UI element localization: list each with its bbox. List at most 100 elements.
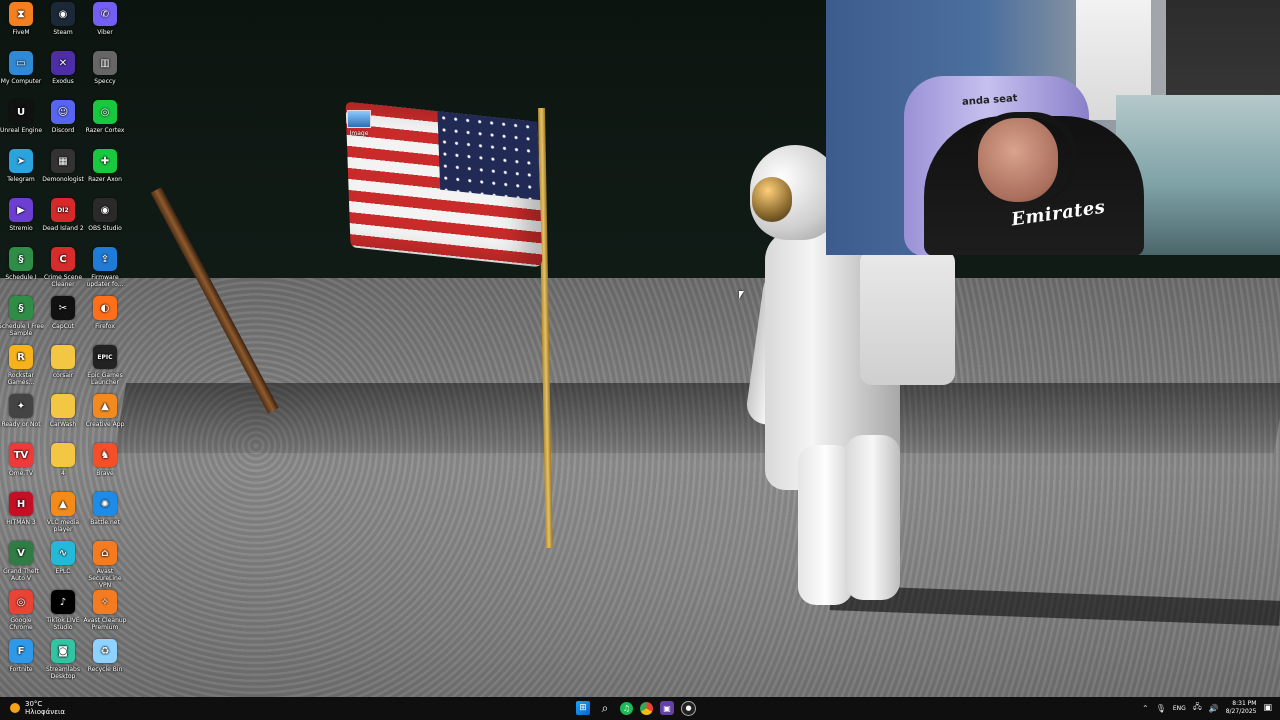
fortnite-icon: F <box>9 639 33 663</box>
speccy-icon: ▥ <box>93 51 117 75</box>
recording-app-icon[interactable]: ● <box>681 700 696 716</box>
fivem-icon: ⧗ <box>9 2 33 26</box>
desktop-icon-4[interactable]: 4 <box>40 443 86 491</box>
desktop-icon-stremio[interactable]: ▶ Stremio <box>0 198 44 246</box>
desktop-icon-google-chrome[interactable]: ◎ Google Chrome <box>0 590 44 638</box>
desktop-icon-capcut[interactable]: ✂ CapCut <box>40 296 86 344</box>
desktop-icon-carwash[interactable]: CarWash <box>40 394 86 442</box>
desktop-icon-label: Battle.net <box>90 519 120 526</box>
battle-net-icon: ✺ <box>93 492 117 516</box>
desktop-icon-ready-or-not[interactable]: ✦ Ready or Not <box>0 394 44 442</box>
firmware-updater-icon: ⇪ <box>93 247 117 271</box>
desktop-background: ⧗ FiveM ◉ Steam ✆ Viber ▭ My Computer ✕ Exodus ▥ Sp… <box>0 0 1280 697</box>
volume-icon[interactable]: 🔊 <box>1209 704 1219 713</box>
network-icon[interactable]: 🖧 <box>1193 701 1202 715</box>
desktop-icon-viber[interactable]: ✆ Viber <box>82 2 128 50</box>
desktop-icons-area: ⧗ FiveM ◉ Steam ✆ Viber ▭ My Computer ✕ Exodus ▥ Sp… <box>0 0 130 697</box>
desktop-icon-razer-cortex[interactable]: ◎ Razer Cortex <box>82 100 128 148</box>
notification-icon[interactable]: ▣ <box>1263 703 1272 713</box>
folder-icon <box>51 394 75 418</box>
desktop-icon-label: Fortnite <box>9 666 33 673</box>
desktop-icon-firefox[interactable]: ◐ Firefox <box>82 296 128 344</box>
steam-icon: ◉ <box>51 2 75 26</box>
desktop-icon-creative-app[interactable]: ▲ Creative App <box>82 394 128 442</box>
desktop-icon-ome-tv[interactable]: TV Ome.TV <box>0 443 44 491</box>
weather-temp: 30°C <box>25 700 43 708</box>
desktop-icon-avast-secureline-vpn[interactable]: ⌂ Avast SecureLine VPN <box>82 541 128 589</box>
desktop-icon-vlc-media-player[interactable]: ▲ VLC media player <box>40 492 86 540</box>
moon-ground <box>0 278 1280 697</box>
headset-icon <box>971 112 1078 203</box>
desktop-icon-label: Epic Games Launcher <box>87 372 123 386</box>
language-indicator[interactable]: ENG <box>1173 705 1186 712</box>
desktop-icon-label: Grand Theft Auto V <box>3 568 39 582</box>
creative-app-icon: ▲ <box>93 394 117 418</box>
folder-icon <box>51 345 75 369</box>
desktop-icon-label: Rockstar Games... <box>7 372 35 386</box>
desktop-icon-hitman-3[interactable]: H HITMAN 3 <box>0 492 44 540</box>
discord-icon: ☺ <box>51 100 75 124</box>
vlc-icon: ▲ <box>51 492 75 516</box>
start-button[interactable]: ⊞ <box>576 701 590 715</box>
chrome-icon: ◎ <box>9 590 33 614</box>
desktop-icon-dead-island-2[interactable]: DI2 Dead Island 2 <box>40 198 86 246</box>
desktop-icon-unreal-engine[interactable]: U Unreal Engine <box>0 100 44 148</box>
desktop-icon-label: Discord <box>51 127 75 134</box>
desktop-icon-label: Stremio <box>9 225 33 232</box>
desktop-icon-recycle-bin[interactable]: ♻ Recycle Bin <box>82 639 128 687</box>
desktop-icon-razer-axon[interactable]: ✚ Razer Axon <box>82 149 128 197</box>
desktop-icon-brave[interactable]: ♞ Brave <box>82 443 128 491</box>
desktop-icon-streamlabs-desktop[interactable]: ◙ Streamlabs Desktop <box>40 639 86 687</box>
desktop-icon-crime-scene-cleaner[interactable]: C Crime Scene Cleaner <box>40 247 86 295</box>
desktop-icon-label: Telegram <box>7 176 35 183</box>
ground-shadow <box>113 383 1280 453</box>
desktop-icon-label: TikTok LIVE Studio <box>46 617 80 631</box>
desktop-icon-grand-theft-auto-v[interactable]: V Grand Theft Auto V <box>0 541 44 589</box>
microphone-icon[interactable]: 🎙 <box>1156 704 1166 713</box>
desktop-icon-firmware-updater-fo-[interactable]: ⇪ Firmware updater fo... <box>82 247 128 295</box>
desktop-icon-my-computer[interactable]: ▭ My Computer <box>0 51 44 99</box>
capcut-icon: ✂ <box>51 296 75 320</box>
recycle-bin-icon: ♻ <box>93 639 117 663</box>
desktop-icon-fortnite[interactable]: F Fortnite <box>0 639 44 687</box>
search-icon[interactable]: ⌕ <box>597 700 613 716</box>
desktop-icon-steam[interactable]: ◉ Steam <box>40 2 86 50</box>
chevron-up-icon[interactable]: ⌃ <box>1142 704 1149 713</box>
desktop-icon-exodus[interactable]: ✕ Exodus <box>40 51 86 99</box>
desktop-icon-label: My Computer <box>0 78 42 85</box>
chrome-icon[interactable] <box>640 701 653 715</box>
desktop-icon-schedule-i-free-sample[interactable]: § Schedule I Free Sample <box>0 296 44 344</box>
rockstar-games-icon: R <box>9 345 33 369</box>
desktop-icon-epic-games-launcher[interactable]: EPIC Epic Games Launcher <box>82 345 128 393</box>
desktop-icon-tiktok-live-studio[interactable]: ♪ TikTok LIVE Studio <box>40 590 86 638</box>
epic-games-icon: EPIC <box>93 345 117 369</box>
sun-icon <box>10 703 20 713</box>
image-file-icon[interactable]: Image <box>343 110 375 137</box>
desktop-icon-eplc[interactable]: ∿ EPLC <box>40 541 86 589</box>
taskbar-apps: ⊞ ⌕ ♫ ▣ ● <box>576 700 696 716</box>
desktop-icon-avast-cleanup-premium[interactable]: ✧ Avast Cleanup Premium <box>82 590 128 638</box>
desktop-icon-fivem[interactable]: ⧗ FiveM <box>0 2 44 50</box>
ready-or-not-icon: ✦ <box>9 394 33 418</box>
clock[interactable]: 8:31 PM 8/27/2025 <box>1226 700 1257 716</box>
desktop-icon-speccy[interactable]: ▥ Speccy <box>82 51 128 99</box>
desktop-icon-rockstar-games-[interactable]: R Rockstar Games... <box>0 345 44 393</box>
astronaut-backpack <box>860 250 955 385</box>
desktop-icon-discord[interactable]: ☺ Discord <box>40 100 86 148</box>
desktop-icon-obs-studio[interactable]: ◉ OBS Studio <box>82 198 128 246</box>
system-tray: ⌃ 🎙 ENG 🖧 🔊 8:31 PM 8/27/2025 ▣ <box>1142 700 1272 716</box>
desktop-icon-telegram[interactable]: ➤ Telegram <box>0 149 44 197</box>
razer-cortex-icon: ◎ <box>93 100 117 124</box>
desktop-icon-label: Razer Cortex <box>85 127 125 134</box>
desktop-icon-demonologist[interactable]: ▦ Demonologist <box>40 149 86 197</box>
weather-widget[interactable]: 30°C Ηλιοφάνεια <box>10 700 65 716</box>
desktop-icon-battle-net[interactable]: ✺ Battle.net <box>82 492 128 540</box>
desktop-icon-corsair[interactable]: corsair <box>40 345 86 393</box>
desktop-icon-label: FiveM <box>12 29 30 36</box>
desktop-icon-schedule-i[interactable]: § Schedule I <box>0 247 44 295</box>
twitch-icon[interactable]: ▣ <box>660 701 674 715</box>
spotify-icon[interactable]: ♫ <box>620 701 633 715</box>
image-thumbnail-icon <box>347 110 371 128</box>
mouse-cursor-icon <box>739 291 744 299</box>
exodus-icon: ✕ <box>51 51 75 75</box>
